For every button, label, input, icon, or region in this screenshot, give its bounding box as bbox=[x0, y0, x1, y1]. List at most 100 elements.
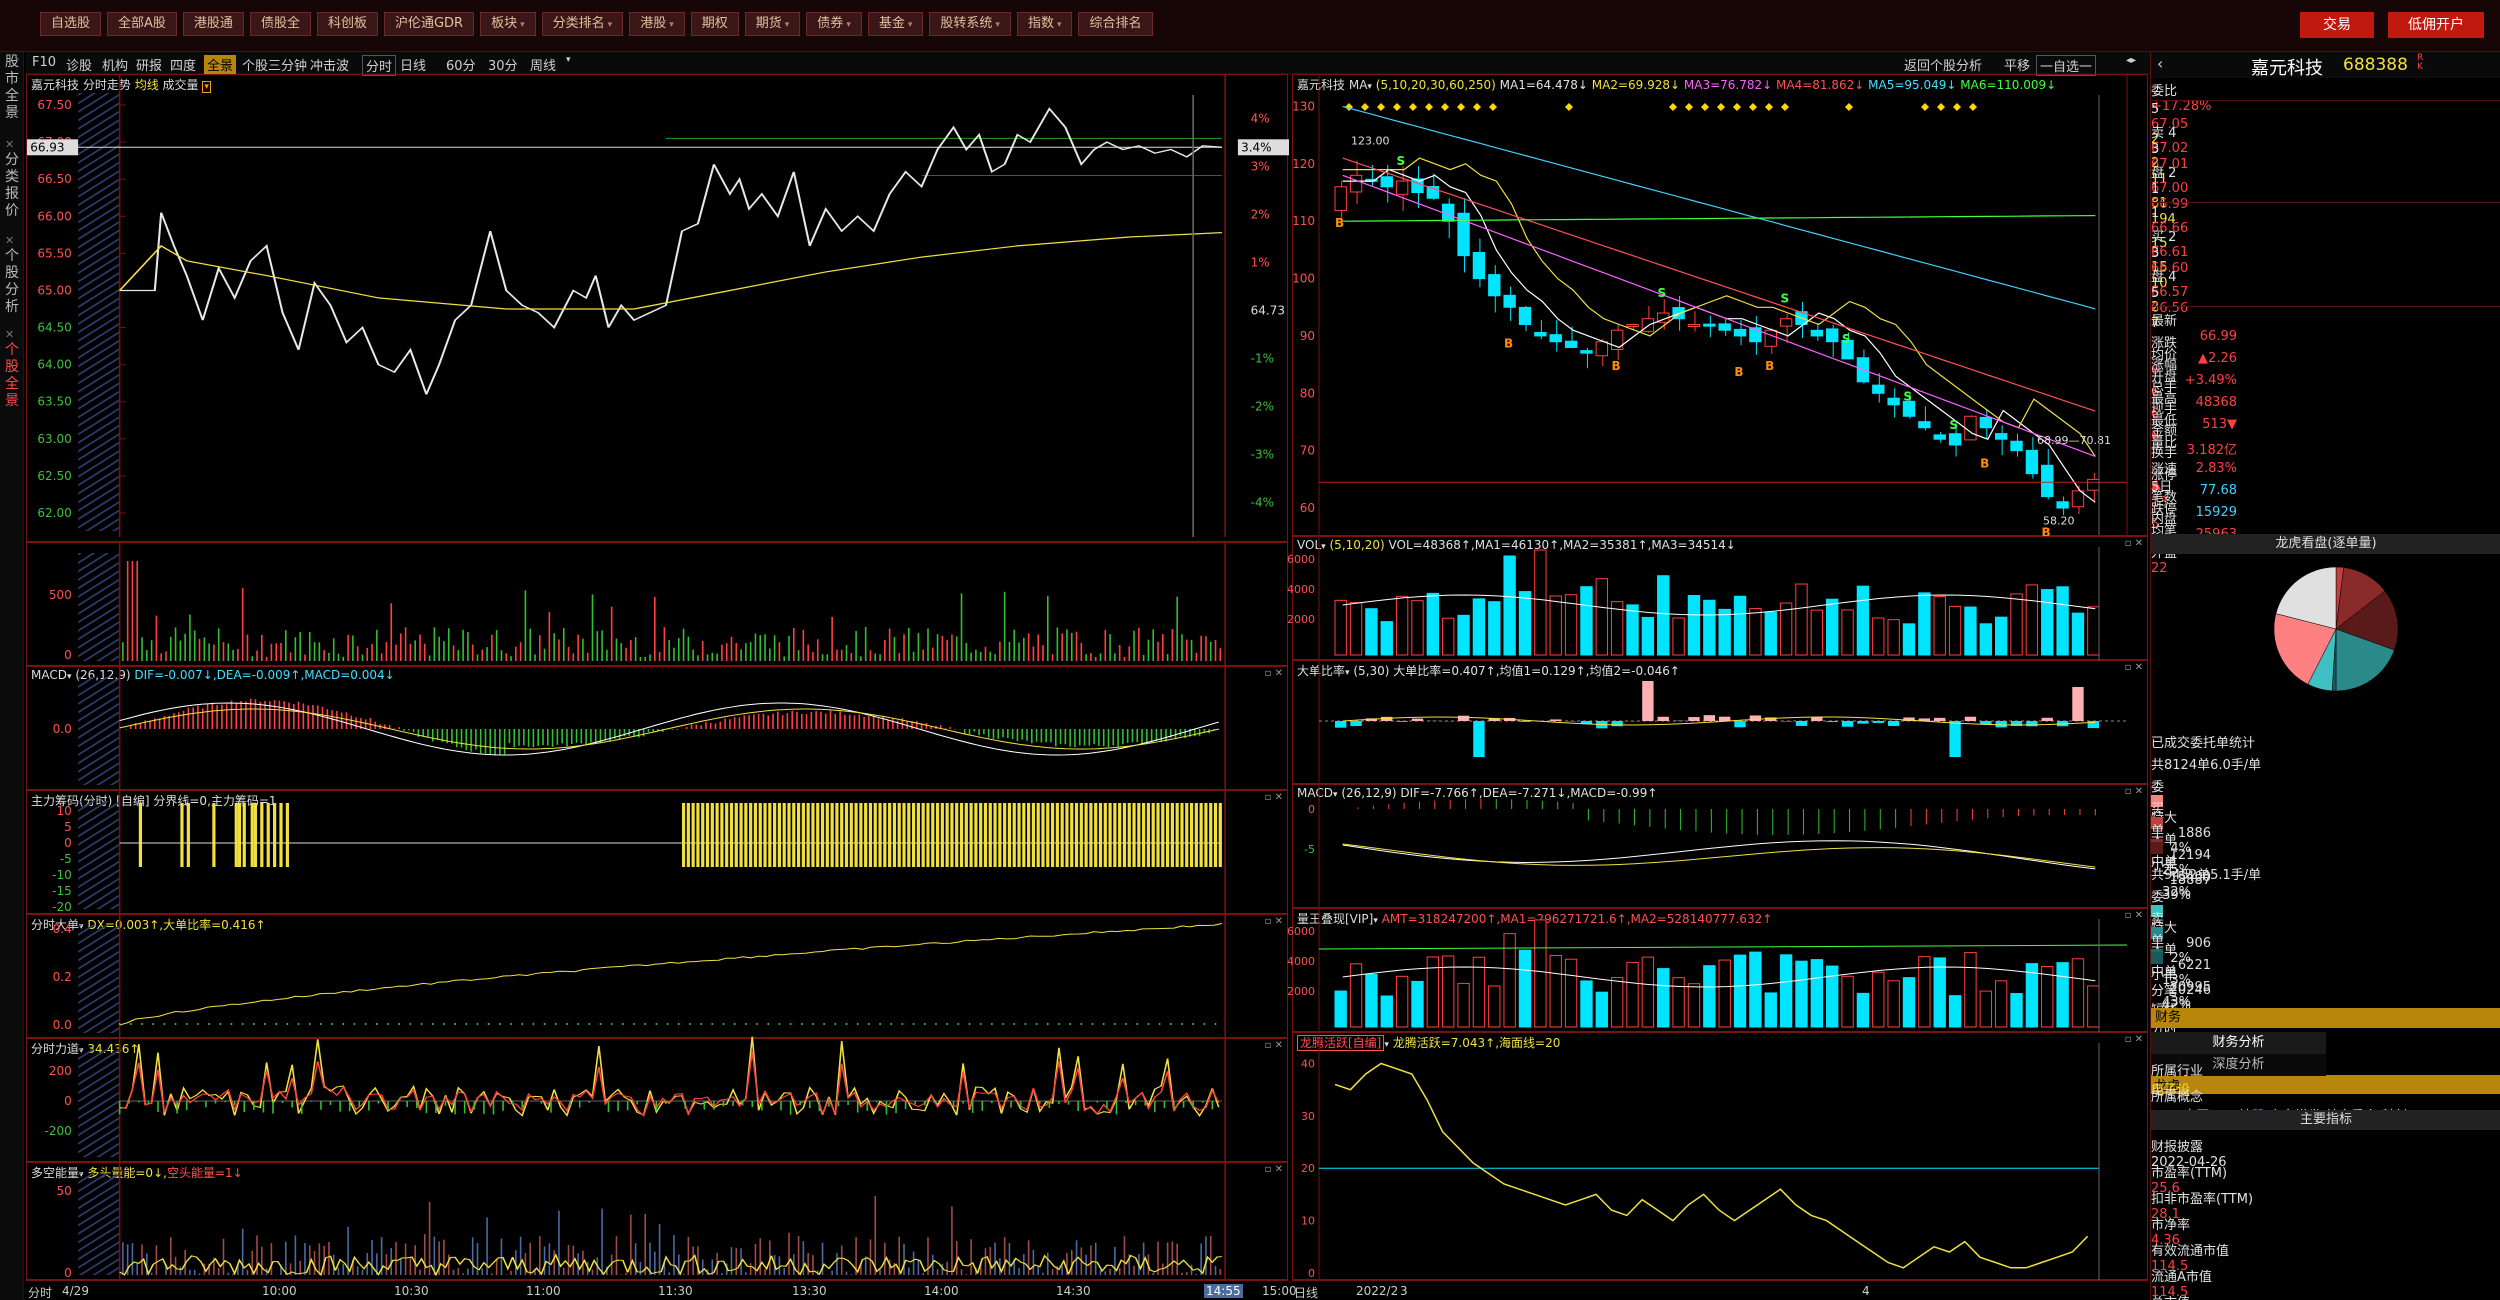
toolbar-right-1[interactable]: 平移 bbox=[2004, 55, 2030, 74]
period-tab-0[interactable]: 分时 bbox=[362, 55, 397, 76]
menu-item-13[interactable]: 股转系统 ▾ bbox=[929, 12, 1011, 36]
kline-price-tick: 90 bbox=[1300, 329, 1315, 343]
intraday-force-chart: 200 0 -200 bbox=[44, 1036, 1226, 1163]
chip-tick: 0 bbox=[64, 836, 72, 850]
menu-item-1[interactable]: 全部A股 bbox=[107, 12, 177, 36]
kline-volume-panel: VOL▾ (5,10,20) VOL=48368↑,MA1=46130↑,MA2… bbox=[1287, 536, 2148, 661]
svg-text:B: B bbox=[1335, 216, 1344, 230]
close-icon[interactable]: ✕ bbox=[5, 328, 14, 341]
divider bbox=[2151, 306, 2500, 307]
left-tab-3[interactable]: 个股全景 bbox=[2, 342, 22, 410]
finance-tab-row: 财务 bbox=[2151, 1008, 2500, 1028]
time-tick-0[interactable]: 分时 bbox=[28, 1284, 52, 1300]
menu-item-label: 全部A股 bbox=[118, 16, 166, 31]
stat-key: 最新 bbox=[2151, 314, 2178, 329]
menu-item-8[interactable]: 港股 ▾ bbox=[629, 12, 685, 36]
intraday-volume-panel: 500 0 bbox=[26, 542, 1288, 667]
svg-text:30: 30 bbox=[1301, 1110, 1315, 1123]
kline-dragon-panel: 龙腾活跃[自编] ▾ 龙腾活跃=7.043↑,海面线=20 ▫ ✕ 40 30 20 1… bbox=[1292, 1032, 2148, 1281]
stat-row-7: 涨停 77.68 跌停 5 bbox=[2151, 464, 2500, 532]
trade-button[interactable]: 交易 bbox=[2300, 12, 2374, 38]
menu-item-label: 沪伦通GDR bbox=[394, 16, 464, 31]
group2-row-3: 小单 20246 42% bbox=[2151, 952, 2500, 1013]
menu-item-11[interactable]: 债券 ▾ bbox=[806, 12, 862, 36]
menu-item-7[interactable]: 分类排名 ▾ bbox=[541, 12, 624, 36]
kline-price-tick: 100 bbox=[1292, 272, 1315, 286]
divider bbox=[2151, 202, 2500, 203]
svg-text:4000: 4000 bbox=[1287, 955, 1315, 968]
fin-key: 总市值 bbox=[2151, 1292, 2500, 1300]
group-side: 买 bbox=[2151, 802, 2165, 817]
pct-tick: -2% bbox=[1251, 400, 1274, 414]
toolbar-1[interactable]: 诊股 bbox=[66, 55, 92, 74]
toolbar-0[interactable]: F10 bbox=[32, 55, 56, 70]
menu-item-4[interactable]: 科创板 bbox=[316, 12, 378, 36]
menu-item-label: 指数 bbox=[1027, 16, 1054, 31]
left-tab-2[interactable]: 个股分析 bbox=[2, 248, 22, 316]
menu-item-9[interactable]: 期权 bbox=[690, 12, 739, 36]
finance-tab[interactable]: 财务 bbox=[2151, 1008, 2500, 1028]
period-tab-2[interactable]: 60分 bbox=[446, 55, 476, 74]
avg-line bbox=[118, 232, 1222, 310]
svg-text:B: B bbox=[1611, 359, 1620, 373]
kline-axis-0[interactable]: 日线 bbox=[1294, 1284, 1318, 1300]
dx-tick: 0.2 bbox=[53, 970, 72, 984]
toolbar-right-2[interactable]: 一自选一 bbox=[2036, 55, 2097, 76]
intraday-chip-panel: 主力筹码(分时) [自编] 分界线=0,主力筹码=1 ▫ ✕ 10 5 0 -5 -10… bbox=[26, 790, 1288, 915]
kline-bigorder-chart bbox=[1318, 661, 2127, 785]
toolbar-5[interactable]: 全景 bbox=[204, 55, 237, 74]
menu-item-6[interactable]: 板块 ▾ bbox=[480, 12, 536, 36]
intraday-volume-chart: 500 0 bbox=[49, 543, 1226, 667]
chevron-down-icon[interactable]: ▾ bbox=[566, 55, 571, 65]
price-tick: 66.00 bbox=[37, 209, 71, 223]
kline-amount-chart: 6000 4000 2000 bbox=[1287, 909, 2128, 1033]
period-tab-4[interactable]: 周线 bbox=[530, 55, 556, 74]
group1-row-3: 小单 18887 39% bbox=[2151, 842, 2500, 903]
kline-axis-2: 3 bbox=[1400, 1284, 1408, 1298]
left-tab-0[interactable]: 股市全景 bbox=[2, 54, 22, 122]
close-icon[interactable]: ✕ bbox=[5, 234, 14, 247]
volume-tick: 500 bbox=[49, 588, 72, 602]
menu-item-10[interactable]: 期货 ▾ bbox=[744, 12, 801, 36]
legend-swatch bbox=[2151, 842, 2163, 854]
toolbar-7[interactable]: 冲击波 bbox=[310, 55, 349, 74]
open-account-button[interactable]: 低佣开户 bbox=[2388, 12, 2484, 38]
toolbar-3[interactable]: 研报 bbox=[136, 55, 162, 74]
time-tick-9: 14:55 bbox=[1204, 1284, 1243, 1298]
scroll-arrows-icon[interactable]: ◂▸ bbox=[2126, 55, 2136, 66]
sell-label: 1 bbox=[2151, 182, 2160, 197]
stat-row-1: 涨跌 ▲2.26 开盘 6 bbox=[2151, 332, 2500, 400]
chevron-down-icon: ▾ bbox=[846, 20, 851, 30]
chip-tick: -15 bbox=[52, 884, 72, 898]
menu-item-14[interactable]: 指数 ▾ bbox=[1016, 12, 1073, 36]
industry-row: 所属行业 电子设 bbox=[2151, 1060, 2500, 1098]
left-tab-1[interactable]: 分类报价 bbox=[2, 152, 22, 220]
svg-text:B: B bbox=[1765, 359, 1774, 373]
stat-row-2: 涨幅 +3.49% 最高 6 bbox=[2151, 354, 2500, 422]
quote-stock-name: 嘉元科技 bbox=[2251, 58, 2323, 79]
menu-item-12[interactable]: 基金 ▾ bbox=[867, 12, 924, 36]
menu-item-15[interactable]: 综合排名 bbox=[1078, 12, 1153, 36]
sidebar-tab-0[interactable]: 分笔 bbox=[2151, 980, 2500, 999]
menu-item-3[interactable]: 债股全 bbox=[249, 12, 311, 36]
menu-item-label: 基金 bbox=[878, 16, 905, 31]
chevron-down-icon: ▾ bbox=[784, 20, 790, 30]
force-tick: 0 bbox=[64, 1094, 72, 1108]
svg-text:B: B bbox=[1504, 336, 1513, 350]
close-icon[interactable]: ✕ bbox=[5, 138, 14, 151]
period-tab-1[interactable]: 日线 bbox=[400, 55, 426, 74]
toolbar-2[interactable]: 机构 bbox=[102, 55, 128, 74]
fin-tab-0[interactable]: 财务分析 bbox=[2151, 1032, 2326, 1054]
toolbar-right-0[interactable]: 返回个股分析 bbox=[1904, 55, 1982, 74]
menu-item-5[interactable]: 沪伦通GDR bbox=[383, 12, 475, 36]
svg-text:10: 10 bbox=[1301, 1215, 1315, 1228]
toolbar-6[interactable]: 个股三分钟 bbox=[242, 55, 307, 74]
menu-item-0[interactable]: 自选股 bbox=[40, 12, 102, 36]
force-tick: 200 bbox=[49, 1064, 72, 1078]
toolbar-4[interactable]: 四度 bbox=[170, 55, 196, 74]
back-arrow-icon[interactable]: ‹ bbox=[2157, 54, 2163, 73]
menu-item-2[interactable]: 港股通 bbox=[182, 12, 244, 36]
period-tab-3[interactable]: 30分 bbox=[488, 55, 518, 74]
chevron-down-icon: ▾ bbox=[995, 20, 1000, 30]
kline-date-axis: 日线 2022/2 3 4 bbox=[1292, 1280, 2148, 1300]
